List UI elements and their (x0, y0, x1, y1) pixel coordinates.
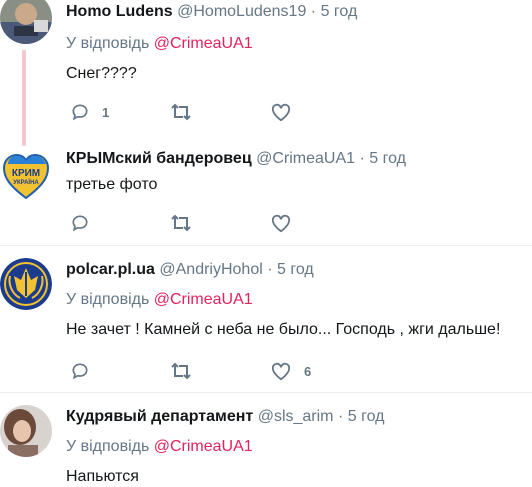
reply-icon (72, 104, 88, 121)
tweet-header: Homo Ludens @HomoLudens19 · 5 год (66, 3, 357, 21)
like-button[interactable] (270, 211, 304, 235)
display-name[interactable]: КРЫМский бандеровец (66, 150, 252, 167)
avatar[interactable] (0, 405, 52, 457)
tweet-header: Кудрявый департамент @sls_arim · 5 год (66, 408, 384, 426)
like-button[interactable] (270, 100, 304, 124)
avatar-label-bottom: УКРАЇНА (13, 179, 39, 186)
display-name[interactable]: Кудрявый департамент (66, 408, 253, 425)
heart-icon (271, 214, 291, 233)
divider (0, 392, 532, 393)
retweet-button[interactable] (169, 211, 205, 235)
avatar[interactable]: КРИМ УКРАЇНА (0, 150, 52, 202)
divider (0, 245, 532, 246)
user-handle[interactable]: @HomoLudens19 (177, 3, 306, 20)
reply-to-line: У відповідь @CrimeaUA1 (66, 291, 253, 309)
reply-icon (72, 215, 88, 232)
separator: · (310, 3, 317, 20)
reply-button[interactable]: 1 (70, 100, 109, 124)
reply-button[interactable] (70, 211, 102, 235)
tweet-header: polcar.pl.ua @AndriyHohol · 5 год (66, 261, 314, 279)
avatar[interactable] (0, 258, 52, 310)
tweet-text: Снег???? (66, 65, 137, 82)
retweet-icon (171, 214, 191, 232)
tweet-crimeaua1[interactable]: КРИМ УКРАЇНА КРЫМский бандеровец @Crimea… (0, 148, 532, 244)
reply-prefix: У відповідь (66, 438, 150, 455)
like-count: 6 (304, 363, 312, 379)
retweet-button[interactable] (169, 359, 205, 383)
tweet-sls-arim[interactable]: Кудрявый департамент @sls_arim · 5 год У… (0, 405, 532, 487)
tweet-actions: 6 (66, 359, 366, 383)
thread-line (22, 50, 26, 146)
heart-icon (271, 362, 291, 381)
timestamp[interactable]: 5 год (277, 261, 314, 278)
tweet-text: Напьются (66, 468, 139, 485)
tweet-homo-ludens[interactable]: Homo Ludens @HomoLudens19 · 5 год У відп… (0, 0, 532, 150)
user-handle[interactable]: @sls_arim (258, 408, 334, 425)
separator: · (337, 408, 344, 425)
timestamp[interactable]: 5 год (321, 3, 358, 20)
reply-to-line: У відповідь @CrimeaUA1 (66, 35, 253, 53)
user-handle[interactable]: @AndriyHohol (159, 261, 262, 278)
separator: · (359, 150, 365, 167)
reply-button[interactable] (70, 359, 102, 383)
reply-icon (72, 363, 88, 380)
tweet-header: КРЫМский бандеровец @CrimeaUA1 · 5 год (66, 150, 406, 168)
user-handle[interactable]: @CrimeaUA1 (256, 150, 355, 167)
tweet-text: третье фото (66, 176, 158, 193)
retweet-icon (171, 103, 191, 121)
reply-mention-link[interactable]: @CrimeaUA1 (154, 438, 253, 455)
like-button[interactable]: 6 (270, 359, 311, 383)
reply-prefix: У відповідь (66, 35, 150, 52)
separator: · (267, 261, 273, 278)
display-name[interactable]: Homo Ludens (66, 3, 173, 20)
reply-to-line: У відповідь @CrimeaUA1 (66, 438, 253, 456)
reply-mention-link[interactable]: @CrimeaUA1 (154, 291, 253, 308)
reply-prefix: У відповідь (66, 291, 150, 308)
tweet-text: Не зачет ! Камней с неба не было... Госп… (66, 321, 501, 338)
retweet-icon (171, 362, 191, 380)
avatar-label-top: КРИМ (12, 168, 40, 179)
tweet-actions (66, 211, 366, 235)
reply-mention-link[interactable]: @CrimeaUA1 (154, 35, 253, 52)
retweet-button[interactable] (169, 100, 205, 124)
tweet-polcar[interactable]: polcar.pl.ua @AndriyHohol · 5 год У відп… (0, 258, 532, 388)
timestamp[interactable]: 5 год (348, 408, 385, 425)
tweet-actions: 1 (66, 100, 366, 124)
heart-icon (271, 103, 291, 122)
display-name[interactable]: polcar.pl.ua (66, 261, 155, 278)
reply-count: 1 (102, 104, 110, 120)
avatar[interactable] (0, 0, 52, 44)
timestamp[interactable]: 5 год (369, 150, 406, 167)
